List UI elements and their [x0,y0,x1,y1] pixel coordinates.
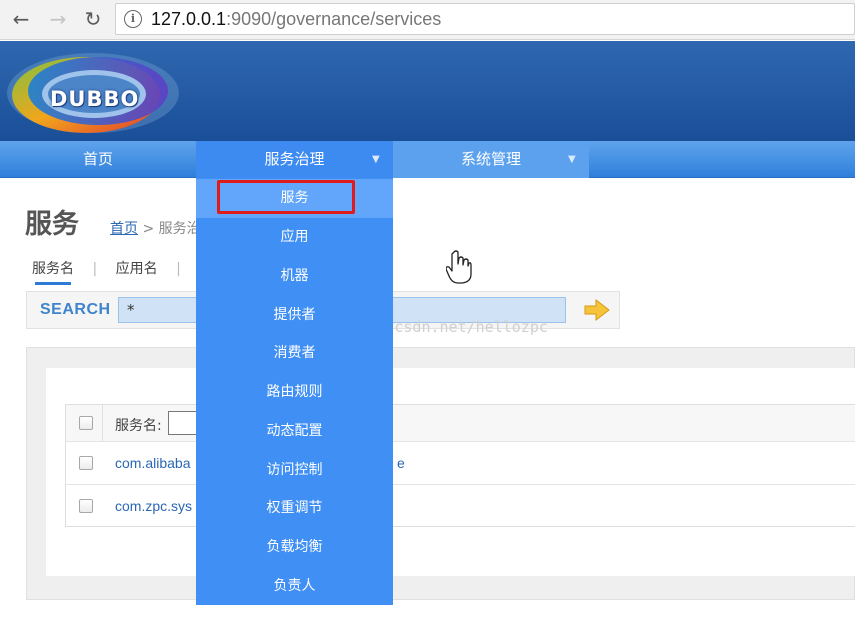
browser-toolbar: ← → ↻ i 127.0.0.1:9090/governance/servic… [0,0,855,40]
forward-arrow-icon[interactable]: → [44,6,72,32]
nav-service-governance[interactable]: 服务治理 ▼ [196,141,393,178]
column-divider [102,405,103,442]
service-link-tail[interactable]: e [397,455,405,471]
menu-item-weights[interactable]: 权重调节 [196,489,393,528]
menu-item-owners[interactable]: 负责人 [196,567,393,606]
logo-text: DUBBO [50,87,140,111]
table-header: 服务名: [66,405,855,442]
menu-item-load-balance[interactable]: 负载均衡 [196,528,393,567]
hand-cursor-icon [445,250,472,284]
row-checkbox[interactable] [79,499,93,513]
arrow-right-icon[interactable] [584,298,610,322]
app-header: DUBBO [0,41,855,141]
tab-service-name[interactable]: 服务名 [32,261,74,277]
table-row: com.alibaba e [66,442,855,485]
chevron-down-icon: ▼ [568,154,576,165]
menu-item-applications[interactable]: 应用 [196,218,393,257]
nav-home[interactable]: 首页 [0,141,196,178]
reload-icon[interactable]: ↻ [79,6,107,32]
menu-item-providers[interactable]: 提供者 [196,296,393,335]
menu-item-overrides[interactable]: 动态配置 [196,412,393,451]
address-bar[interactable]: i 127.0.0.1:9090/governance/services [115,3,855,35]
active-tab-indicator [35,282,71,285]
page-title: 服务 [25,209,79,240]
service-governance-dropdown: 服务 应用 机器 提供者 消费者 路由规则 动态配置 访问控制 权重调节 负载均… [196,178,393,605]
results-panel: 服务名: com.alibaba e com.zpc.sys [26,347,855,600]
results-card: 服务名: com.alibaba e com.zpc.sys [46,368,855,576]
menu-item-access-control[interactable]: 访问控制 [196,451,393,490]
menu-item-routes[interactable]: 路由规则 [196,373,393,412]
menu-item-hosts[interactable]: 机器 [196,257,393,296]
nav-system-management[interactable]: 系统管理 ▼ [393,141,589,178]
menu-item-consumers[interactable]: 消费者 [196,334,393,373]
dubbo-logo[interactable]: DUBBO [4,47,182,139]
breadcrumb-current: 服务治 [158,221,201,237]
row-checkbox[interactable] [79,456,93,470]
tab-separator: | [92,261,98,277]
table-row: com.zpc.sys [66,485,855,527]
breadcrumb: 首页 > 服务治 [110,221,201,237]
chevron-down-icon: ▼ [372,154,380,165]
breadcrumb-home-link[interactable]: 首页 [110,221,138,237]
tab-app-name[interactable]: 应用名 [116,261,158,277]
services-table: 服务名: com.alibaba e com.zpc.sys [65,404,855,527]
back-arrow-icon[interactable]: ← [7,6,35,32]
select-all-checkbox[interactable] [79,416,93,430]
service-link[interactable]: com.zpc.sys [115,498,192,514]
search-label: SEARCH [40,301,111,318]
tab-separator: | [176,261,181,277]
menu-item-services[interactable]: 服务 [196,179,393,218]
url-text[interactable]: 127.0.0.1:9090/governance/services [151,9,441,30]
main-nav: 首页 服务治理 ▼ 系统管理 ▼ [0,141,855,178]
service-link[interactable]: com.alibaba [115,455,191,471]
info-icon[interactable]: i [124,10,142,28]
service-name-header: 服务名: [115,418,162,434]
